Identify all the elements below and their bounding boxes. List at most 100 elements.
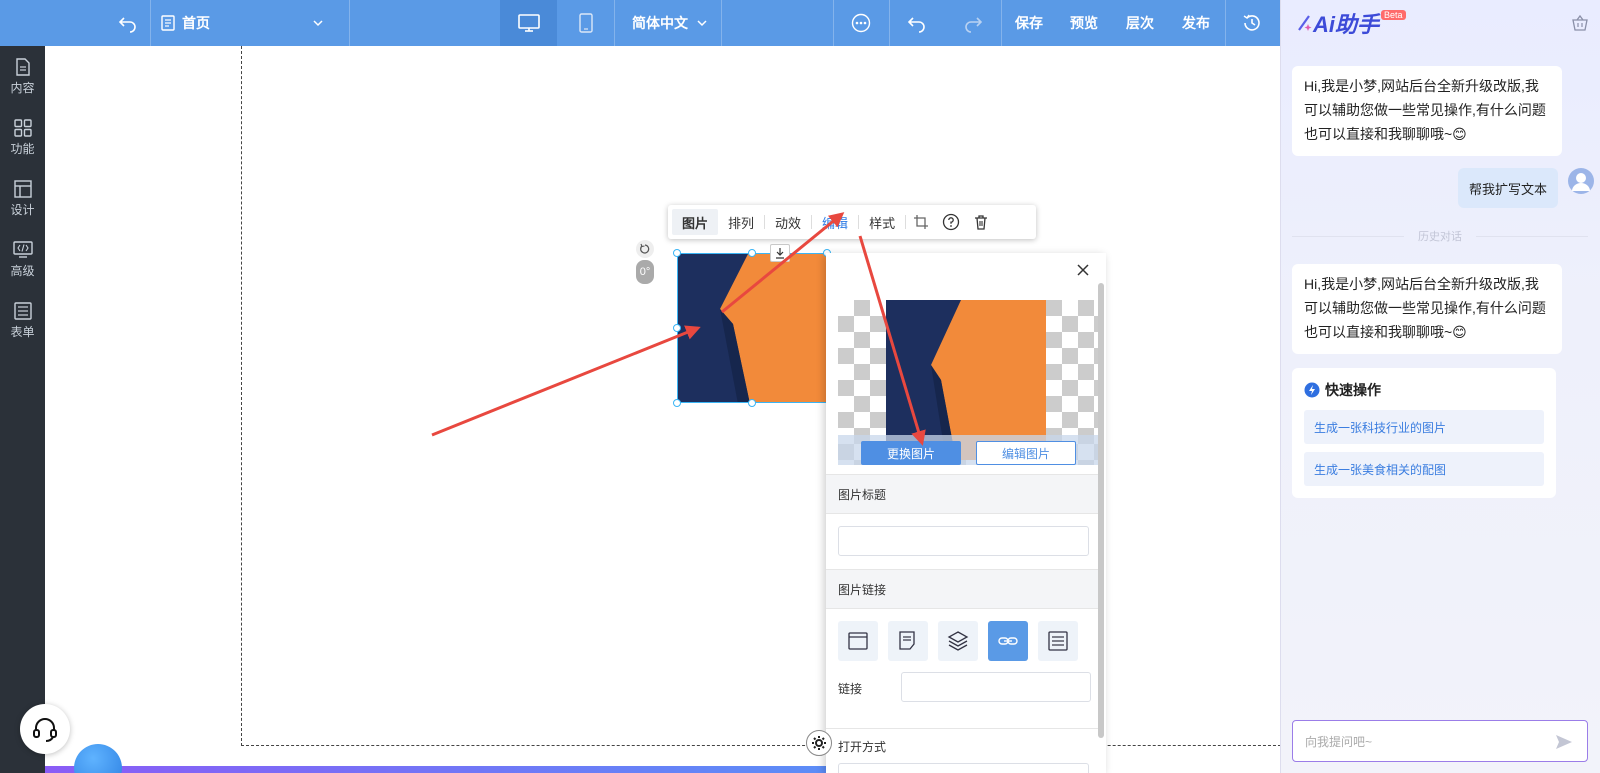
close-button[interactable] bbox=[1074, 261, 1092, 279]
footer-banner-strip bbox=[45, 766, 845, 773]
sidebar-item-label: 设计 bbox=[10, 203, 35, 217]
preview-label: 预览 bbox=[1070, 15, 1098, 31]
sidebar-item-label: 功能 bbox=[10, 142, 35, 156]
history-clock-icon bbox=[1243, 14, 1260, 31]
history-button[interactable] bbox=[1237, 0, 1267, 46]
resize-handle[interactable] bbox=[748, 399, 756, 407]
resize-handle[interactable] bbox=[748, 249, 756, 257]
article-link-type-button[interactable] bbox=[888, 621, 928, 661]
save-button[interactable]: 保存 bbox=[1003, 0, 1055, 46]
layer-link-type-button[interactable] bbox=[938, 621, 978, 661]
undo-arrow-icon bbox=[118, 17, 136, 33]
customer-service-button[interactable] bbox=[20, 704, 70, 754]
quick-actions-card: 快速操作 生成一张科技行业的图片 生成一张美食相关的配图 bbox=[1292, 368, 1556, 498]
open-mode-label: 打开方式 bbox=[838, 740, 887, 754]
help-button[interactable] bbox=[936, 209, 966, 235]
ai-logo: Ai助手 bbox=[1313, 12, 1380, 37]
layer-link-icon bbox=[947, 631, 969, 651]
sidebar-item-content[interactable]: 内容 bbox=[0, 48, 45, 106]
layers-button[interactable]: 层次 bbox=[1114, 0, 1166, 46]
send-icon bbox=[1556, 735, 1572, 749]
resize-handle[interactable] bbox=[673, 399, 681, 407]
selected-image[interactable] bbox=[677, 253, 827, 403]
resize-handle[interactable] bbox=[673, 249, 681, 257]
layout-icon bbox=[13, 180, 32, 198]
page-link-icon bbox=[848, 632, 868, 650]
user-message: 帮我扩写文本 bbox=[1458, 168, 1559, 208]
url-link-type-button[interactable] bbox=[988, 621, 1028, 661]
resize-handle[interactable] bbox=[673, 324, 681, 332]
download-icon bbox=[776, 248, 784, 259]
more-button[interactable] bbox=[846, 0, 876, 46]
image-title-input[interactable] bbox=[838, 526, 1089, 556]
image-artwork bbox=[678, 254, 826, 402]
page-select[interactable]: 首页 bbox=[160, 0, 340, 46]
quick-actions-title: 快速操作 bbox=[1304, 380, 1381, 400]
ai-question-input[interactable]: 向我提问吧~ bbox=[1292, 720, 1588, 762]
article-link-icon bbox=[899, 631, 915, 650]
quick-actions-label: 快速操作 bbox=[1325, 382, 1381, 398]
history-divider: 历史对话 bbox=[1292, 228, 1588, 244]
page-link-type-button[interactable] bbox=[838, 621, 878, 661]
sidebar-item-advanced[interactable]: 高级 bbox=[0, 231, 45, 289]
sidebar-item-label: 内容 bbox=[10, 81, 35, 95]
edit-image-button[interactable]: 编辑图片 bbox=[976, 441, 1076, 465]
quick-action-food-image[interactable]: 生成一张美食相关的配图 bbox=[1304, 452, 1544, 486]
tab-image[interactable]: 图片 bbox=[672, 209, 719, 235]
mobile-icon bbox=[578, 13, 593, 33]
language-select[interactable]: 简体中文 bbox=[620, 0, 720, 46]
sidebar-item-forms[interactable]: 表单 bbox=[0, 292, 45, 350]
grid-icon bbox=[13, 119, 32, 137]
preview-button[interactable]: 预览 bbox=[1058, 0, 1110, 46]
page-select-label: 首页 bbox=[182, 15, 210, 31]
assistant-message: Hi,我是小梦,网站后台全新升级改版,我可以辅助您做一些常见操作,有什么问题也可… bbox=[1292, 264, 1562, 354]
sidebar-item-functions[interactable]: 功能 bbox=[0, 109, 45, 167]
code-icon bbox=[12, 241, 33, 258]
redo-button[interactable] bbox=[958, 0, 988, 46]
divider bbox=[826, 728, 1098, 729]
headset-icon bbox=[33, 718, 57, 742]
trash-icon bbox=[975, 215, 988, 230]
back-button[interactable] bbox=[113, 0, 143, 46]
mobile-view-button[interactable] bbox=[557, 0, 614, 46]
open-mode-select[interactable] bbox=[838, 763, 1089, 773]
form-icon bbox=[13, 302, 32, 320]
clear-chat-button[interactable] bbox=[1571, 14, 1589, 35]
close-icon bbox=[1077, 264, 1089, 276]
gear-icon bbox=[812, 736, 826, 750]
list-link-icon bbox=[1048, 631, 1068, 651]
quick-action-tech-image[interactable]: 生成一张科技行业的图片 bbox=[1304, 410, 1544, 444]
desktop-view-button[interactable] bbox=[500, 0, 557, 46]
image-link-section: 图片链接 bbox=[826, 569, 1098, 609]
more-dots-icon bbox=[851, 13, 871, 33]
send-button[interactable] bbox=[1555, 733, 1573, 754]
sidebar-item-label: 表单 bbox=[10, 325, 35, 339]
rotate-button[interactable] bbox=[636, 240, 654, 258]
tab-edit[interactable]: 编辑 bbox=[812, 209, 858, 235]
document-icon bbox=[15, 58, 30, 76]
settings-button[interactable] bbox=[806, 730, 832, 756]
delete-button[interactable] bbox=[966, 209, 996, 235]
download-button[interactable] bbox=[770, 244, 790, 262]
layers-label: 层次 bbox=[1126, 15, 1154, 31]
user-avatar bbox=[1568, 168, 1594, 194]
sidebar-item-label: 高级 bbox=[10, 264, 35, 278]
chevron-down-icon bbox=[697, 20, 707, 27]
tab-arrange[interactable]: 排列 bbox=[718, 209, 764, 235]
save-label: 保存 bbox=[1015, 15, 1043, 31]
tab-style[interactable]: 样式 bbox=[859, 209, 905, 235]
sidebar-item-design[interactable]: 设计 bbox=[0, 170, 45, 228]
lightning-icon bbox=[1304, 382, 1320, 398]
tab-animation[interactable]: 动效 bbox=[765, 209, 811, 235]
crop-button[interactable] bbox=[906, 209, 936, 235]
assistant-message: Hi,我是小梦,网站后台全新升级改版,我可以辅助您做一些常见操作,有什么问题也可… bbox=[1292, 66, 1562, 156]
undo-button[interactable] bbox=[902, 0, 932, 46]
link-label: 链接 bbox=[838, 682, 863, 696]
sparkle-icon bbox=[1298, 15, 1312, 31]
ai-header: Ai助手 Beta bbox=[1281, 0, 1600, 46]
publish-button[interactable]: 发布 bbox=[1170, 0, 1222, 46]
list-link-type-button[interactable] bbox=[1038, 621, 1078, 661]
link-url-input[interactable] bbox=[901, 672, 1091, 702]
panel-scrollbar[interactable] bbox=[1098, 283, 1104, 738]
replace-image-button[interactable]: 更换图片 bbox=[861, 441, 961, 465]
